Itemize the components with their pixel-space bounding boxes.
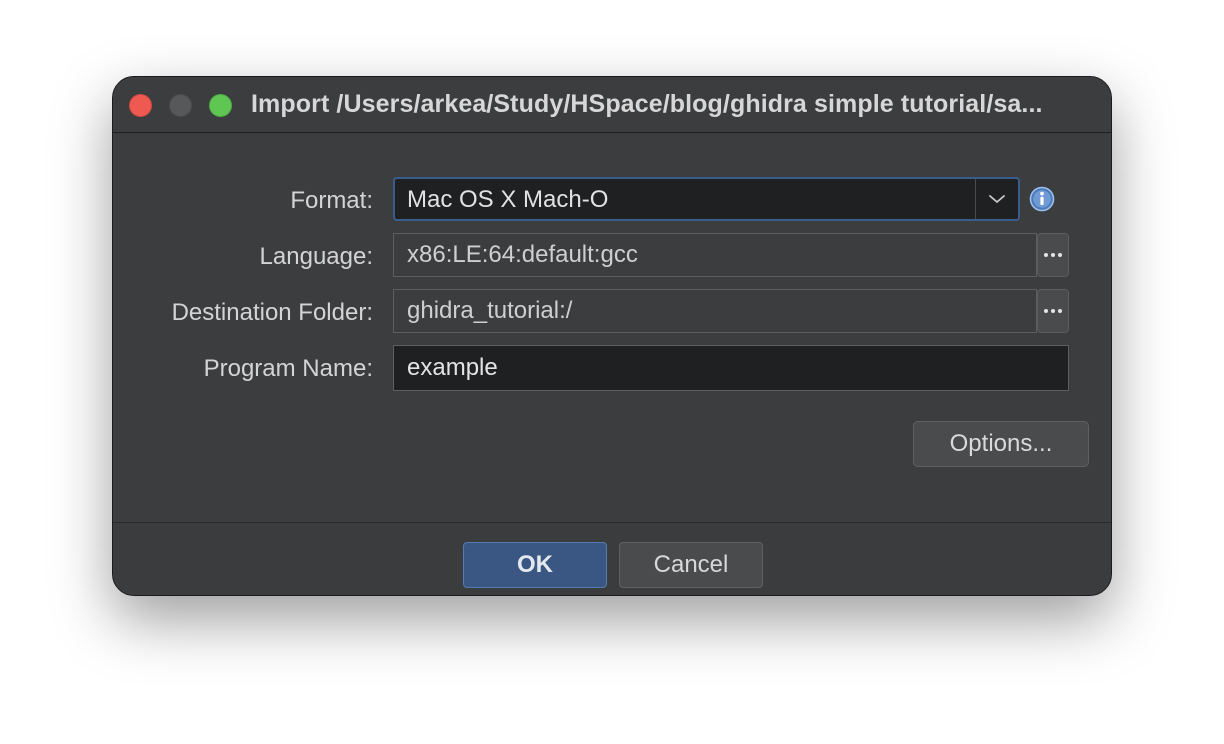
- title-bar[interactable]: Import /Users/arkea/Study/HSpace/blog/gh…: [113, 77, 1111, 133]
- destination-browse-button[interactable]: [1037, 289, 1069, 333]
- import-form: Format: Mac OS X Mach-O Language: x86:LE…: [113, 134, 1111, 523]
- ok-button[interactable]: OK: [463, 542, 607, 588]
- maximize-icon[interactable]: [209, 94, 232, 117]
- options-button[interactable]: Options...: [913, 421, 1089, 467]
- chevron-down-icon[interactable]: [975, 179, 1018, 219]
- destination-folder-field[interactable]: ghidra_tutorial:/: [393, 289, 1037, 333]
- program-name-label: Program Name:: [203, 355, 373, 382]
- cancel-button[interactable]: Cancel: [619, 542, 763, 588]
- language-field[interactable]: x86:LE:64:default:gcc: [393, 233, 1037, 277]
- ellipsis-icon: [1051, 253, 1055, 257]
- minimize-icon[interactable]: [169, 94, 192, 117]
- dialog-footer: OK Cancel: [113, 523, 1111, 595]
- program-name-input[interactable]: example: [393, 345, 1069, 391]
- ellipsis-icon: [1044, 309, 1048, 313]
- ellipsis-icon: [1058, 253, 1062, 257]
- info-icon[interactable]: [1029, 186, 1055, 212]
- language-label: Language:: [259, 243, 373, 270]
- close-icon[interactable]: [129, 94, 152, 117]
- ellipsis-icon: [1058, 309, 1062, 313]
- language-browse-button[interactable]: [1037, 233, 1069, 277]
- format-selected-value: Mac OS X Mach-O: [407, 186, 609, 213]
- format-label: Format:: [290, 187, 373, 214]
- window-title: Import /Users/arkea/Study/HSpace/blog/gh…: [251, 90, 1043, 118]
- ellipsis-icon: [1051, 309, 1055, 313]
- ellipsis-icon: [1044, 253, 1048, 257]
- format-select[interactable]: Mac OS X Mach-O: [393, 177, 1020, 221]
- import-dialog: Import /Users/arkea/Study/HSpace/blog/gh…: [112, 76, 1112, 596]
- destination-folder-label: Destination Folder:: [171, 299, 373, 326]
